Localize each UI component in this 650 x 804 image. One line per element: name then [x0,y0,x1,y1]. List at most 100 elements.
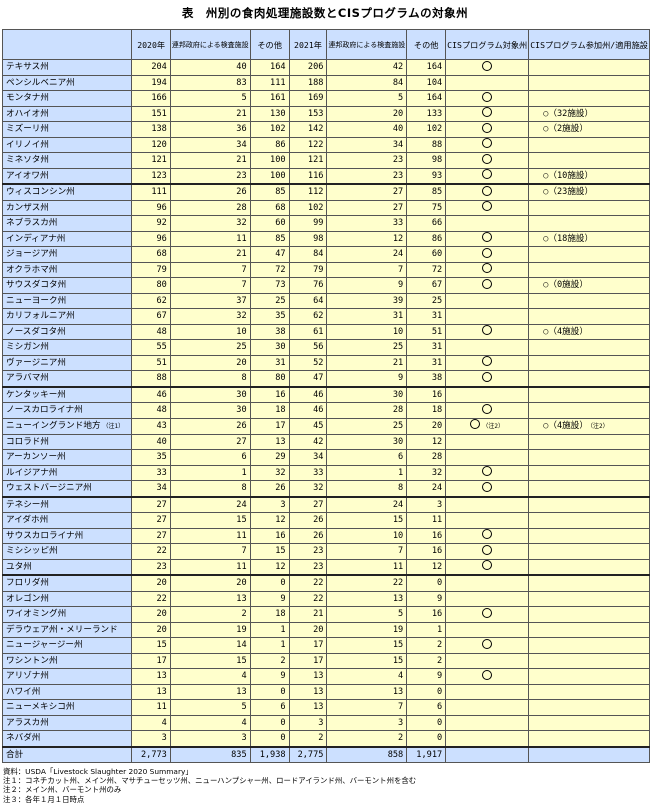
state-label: アリゾナ州 [6,671,49,682]
circle-mark-icon [482,122,493,133]
circle-mark-icon [482,607,493,618]
cis-target-cell [445,215,530,232]
value-c: 3 [249,495,290,513]
value-d: 52 [288,354,328,371]
value-c: 25 [249,292,290,309]
state-label: オクラホマ州 [6,264,58,275]
value-a: 96 [131,230,171,247]
state-name: オハイオ州 [1,105,133,122]
value-e: 21 [326,354,408,371]
state-label: ハワイ州 [6,686,41,697]
cis-participate-value: ○（4施設） [543,420,588,431]
value-a: 204 [131,59,171,76]
value-e: 11 [326,558,408,576]
total-label: 合計 [1,745,133,763]
value-d: 17 [288,652,328,669]
value-a: 68 [131,246,171,263]
value-e: 84 [326,74,408,91]
value-d: 206 [288,59,328,76]
value-d: 169 [288,90,328,107]
value-b: 21 [169,246,251,263]
cis-target-cell [445,152,530,169]
value-a: 4 [131,714,171,731]
circle-mark-icon [482,138,493,149]
notes: 資料：USDA「Livestock Slaughter 2020 Summary… [3,767,650,804]
value-a: 138 [131,121,171,138]
value-b: 13 [169,590,251,607]
cis-participate-cell [528,714,650,731]
value-b: 19 [169,621,251,638]
value-e: 15 [326,652,408,669]
value-c: 18 [249,402,290,419]
state-label: ワシントン州 [6,655,58,666]
value-a: 13 [131,683,171,700]
cis-target-cell [445,90,530,107]
cis-target-cell [445,590,530,607]
value-b: 2 [169,606,251,623]
state-name: オクラホマ州 [1,261,133,278]
value-f: 104 [406,74,447,91]
value-c: 72 [249,261,290,278]
state-label: イリノイ州 [6,139,49,150]
value-e: 39 [326,292,408,309]
state-name: アイダホ州 [1,512,133,529]
value-a: 43 [131,417,171,435]
value-e: 10 [326,527,408,544]
state-name: ハワイ州 [1,683,133,700]
circle-mark-icon [482,247,493,258]
cis-participate-cell: ○（2施設） [528,121,650,138]
value-c: 18 [249,606,290,623]
cis-participate-cell: ○（23施設） [528,183,650,201]
state-name: ユタ州 [1,558,133,576]
state-label: ネブラスカ州 [6,218,58,229]
state-label: ノースダコタ州 [6,326,66,337]
total-empty [528,745,650,763]
value-e: 3 [326,714,408,731]
table-row: カンザス州 96 28 68 102 27 75 [1,199,650,216]
value-a: 111 [131,183,171,201]
value-d: 13 [288,699,328,716]
state-name: ワイオミング州 [1,606,133,623]
state-label: ペンシルベニア州 [6,77,75,88]
cis-participate-value: ○（23施設） [543,187,594,198]
state-name: ケンタッキー州 [1,385,133,403]
state-name: アラスカ州 [1,714,133,731]
state-label: ニューイングランド地方 [6,420,101,431]
value-e: 28 [326,402,408,419]
total-f: 1,917 [406,745,447,763]
value-c: 85 [249,230,290,247]
state-label: ヴァージニア州 [6,357,66,368]
value-e: 5 [326,606,408,623]
value-a: 20 [131,574,171,592]
facility-table: 2020年 連邦政府による検査施設 その他 2021年 連邦政府による検査施設 … [1,29,650,763]
cis-participate-cell [528,512,650,529]
state-label: サウスカロライナ州 [6,530,84,541]
state-name: インディアナ州 [1,230,133,247]
state-label: アイオワ州 [6,170,49,181]
state-label: オハイオ州 [6,108,49,119]
value-c: 80 [249,370,290,387]
value-e: 30 [326,433,408,450]
state-label: ケンタッキー州 [6,389,66,400]
value-b: 30 [169,385,251,403]
cis-target-cell [445,385,530,403]
value-e: 42 [326,59,408,76]
value-c: 35 [249,308,290,325]
value-b: 5 [169,90,251,107]
value-e: 31 [326,308,408,325]
footnote-ref: （注1） [102,422,125,430]
circle-mark-icon [482,169,493,180]
value-a: 48 [131,323,171,340]
value-c: 1 [249,621,290,638]
cis-participate-cell [528,215,650,232]
value-e: 23 [326,152,408,169]
value-d: 61 [288,323,328,340]
cis-participate-value: ○（4施設） [543,326,588,337]
circle-mark-icon [482,60,493,71]
state-label: ルイジアナ州 [6,467,58,478]
table-row: アイオワ州 123 23 100 116 23 93 ○（10施設） [1,167,650,185]
value-c: 0 [249,730,290,747]
value-e: 19 [326,621,408,638]
state-name: アーカンソー州 [1,449,133,466]
value-d: 47 [288,370,328,387]
